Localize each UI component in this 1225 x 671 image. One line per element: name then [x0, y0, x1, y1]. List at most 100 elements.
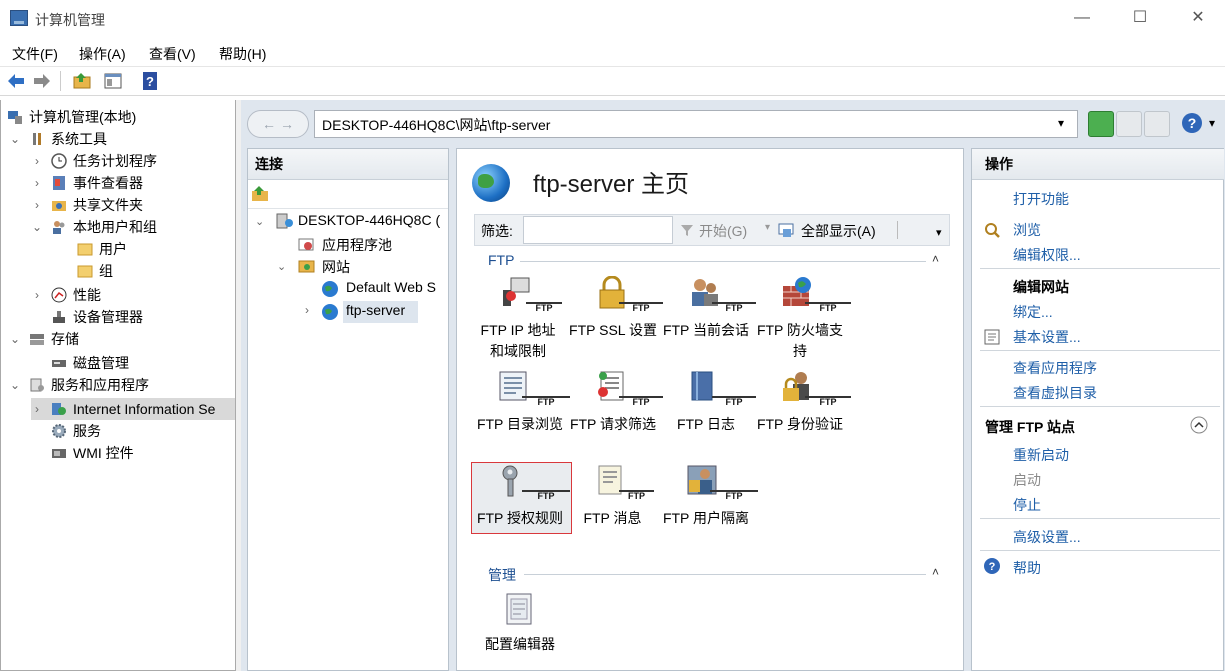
collapse-section-icon[interactable]: [1189, 415, 1209, 435]
show-all-button[interactable]: 全部显示(A): [801, 221, 876, 241]
action-browse[interactable]: 浏览: [1013, 220, 1041, 240]
chevron-down-icon[interactable]: ⌄: [9, 128, 21, 150]
back-arrow-icon[interactable]: [6, 71, 26, 91]
chevron-right-icon[interactable]: ›: [31, 398, 43, 420]
shared-folder-icon: [52, 201, 66, 211]
chevron-right-icon[interactable]: ›: [305, 303, 309, 317]
connection-default-web-site[interactable]: Default Web S: [346, 279, 436, 295]
connection-sites[interactable]: 网站: [322, 257, 350, 277]
action-restart[interactable]: 重新启动: [1013, 445, 1069, 465]
action-bindings[interactable]: 绑定...: [1013, 302, 1053, 322]
lock-icon: [599, 276, 625, 309]
feature-label: FTP 当前会话: [662, 322, 750, 338]
ftp-tag: FTP: [619, 396, 663, 407]
chevron-down-icon[interactable]: ▾: [765, 222, 770, 233]
forward-arrow-icon[interactable]: [32, 71, 52, 91]
chevron-down-icon[interactable]: ⌄: [9, 374, 21, 396]
ftp-tag: FTP: [619, 490, 654, 501]
ftp-tag: FTP: [805, 302, 851, 313]
action-stop[interactable]: 停止: [1013, 495, 1041, 515]
connections-toolbar: [248, 180, 448, 209]
feature-label: FTP 消息: [583, 510, 642, 526]
window-title: 计算机管理: [35, 12, 105, 28]
action-start[interactable]: 启动: [1013, 470, 1041, 490]
minimize-button[interactable]: —: [1072, 8, 1092, 28]
chevron-down-icon[interactable]: ▾: [1209, 116, 1215, 130]
connection-app-pools[interactable]: 应用程序池: [322, 235, 392, 255]
chevron-right-icon[interactable]: ›: [31, 284, 43, 306]
feature-label: FTP 用户隔离: [662, 510, 750, 526]
chevron-down-icon[interactable]: ▾: [1058, 116, 1064, 130]
chevron-down-icon[interactable]: ⌄: [9, 328, 21, 350]
chevron-down-icon[interactable]: ⌄: [277, 260, 286, 273]
globe-icon: [322, 281, 338, 297]
action-edit-permissions[interactable]: 编辑权限...: [1013, 245, 1081, 265]
server-icon: [276, 213, 293, 229]
group-header-manage: 管理: [488, 567, 516, 583]
up-folder-icon[interactable]: [251, 185, 269, 203]
maximize-button[interactable]: ☐: [1130, 8, 1150, 28]
authentication-icon: [783, 372, 809, 401]
home-icon[interactable]: [1144, 111, 1170, 137]
chevron-down-icon[interactable]: ⌄: [31, 216, 43, 238]
console-tree: 计算机管理(本地) ⌄ 系统工具 › 任务计划程序 › 事件查看器 › 共享文件…: [0, 100, 236, 671]
chevron-down-icon[interactable]: ⌄: [255, 215, 264, 228]
menu-file[interactable]: 文件(F): [12, 44, 58, 64]
filter-input[interactable]: [523, 216, 673, 244]
action-basic-settings[interactable]: 基本设置...: [1013, 327, 1081, 347]
event-viewer-icon: [53, 176, 65, 190]
app-pool-icon: [298, 238, 314, 251]
action-view-virtual-directories[interactable]: 查看虚拟目录: [1013, 383, 1097, 403]
connection-ftp-server[interactable]: ftp-server: [346, 302, 405, 318]
close-button[interactable]: ✕: [1188, 8, 1208, 28]
feature-label: FTP 日志: [676, 416, 736, 432]
action-view-applications[interactable]: 查看应用程序: [1013, 358, 1097, 378]
address-path: DESKTOP-446HQ8C\网站\ftp-server: [322, 117, 551, 133]
computer-management-icon: [8, 111, 22, 124]
section-manage-ftp-site: 管理 FTP 站点: [985, 419, 1075, 435]
show-hide-tree-icon[interactable]: [103, 71, 123, 91]
collapse-icon[interactable]: ˄: [932, 565, 939, 579]
folder-icon: [77, 265, 93, 278]
nav-arrows[interactable]: ← →: [247, 110, 309, 138]
help-book-icon[interactable]: ?: [140, 71, 160, 91]
scroll-down-icon[interactable]: ▾: [936, 226, 942, 239]
ftp-tag: FTP: [805, 396, 851, 407]
action-help[interactable]: 帮助: [1013, 558, 1041, 578]
folder-icon: [77, 243, 93, 256]
configuration-editor-icon: [506, 593, 532, 625]
ftp-tag: FTP: [522, 490, 570, 501]
performance-icon: [51, 287, 67, 303]
action-advanced-settings[interactable]: 高级设置...: [1013, 527, 1081, 547]
users-icon: [53, 221, 65, 234]
filter-icon: [681, 225, 693, 236]
device-manager-icon: [53, 311, 65, 323]
title-bar: [0, 0, 1225, 38]
menu-help[interactable]: 帮助(H): [219, 44, 266, 64]
refresh-icon[interactable]: [1088, 111, 1114, 137]
chevron-right-icon[interactable]: ›: [31, 194, 43, 216]
tree-item-iis[interactable]: › Internet Information Se: [31, 398, 235, 420]
globe-icon: [322, 304, 338, 320]
up-folder-icon[interactable]: [72, 71, 92, 91]
collapse-icon[interactable]: ˄: [932, 252, 939, 266]
connection-server[interactable]: DESKTOP-446HQ8C (: [298, 212, 440, 228]
chevron-right-icon[interactable]: ›: [31, 172, 43, 194]
feature-label-line2: 和域限制: [490, 343, 546, 359]
help-icon: ?: [984, 558, 1000, 574]
help-icon[interactable]: ?: [1180, 111, 1204, 135]
actions-header: 操作: [972, 149, 1224, 180]
forward-icon[interactable]: →: [280, 116, 294, 132]
messages-icon: [598, 465, 622, 495]
start-button[interactable]: 开始(G): [699, 221, 747, 241]
back-icon[interactable]: ←: [262, 116, 276, 132]
menu-view[interactable]: 查看(V): [149, 44, 196, 64]
stop-icon[interactable]: [1116, 111, 1142, 137]
menu-action[interactable]: 操作(A): [79, 44, 126, 64]
wmi-icon: [52, 449, 66, 458]
filter-label: 筛选:: [481, 223, 513, 239]
ftp-tag: FTP: [710, 490, 758, 501]
feature-label: FTP 防火墙支: [756, 322, 844, 338]
chevron-right-icon[interactable]: ›: [31, 150, 43, 172]
action-open-feature[interactable]: 打开功能: [1013, 189, 1069, 209]
